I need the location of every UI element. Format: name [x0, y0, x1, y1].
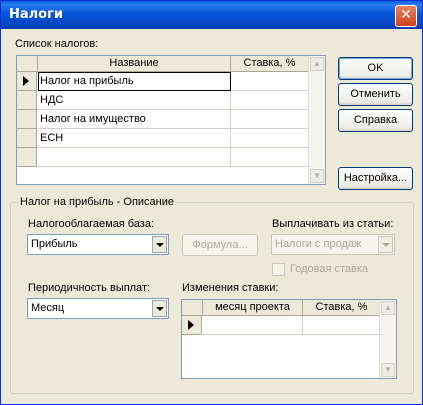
tax-list-grid[interactable]: Название Ставка, % Налог на прибыль НДС На…: [16, 55, 326, 185]
taxes-dialog: Налоги ✕ Список налогов: Название Ставка…: [0, 0, 423, 405]
periodicity-select[interactable]: Месяц: [27, 298, 169, 319]
chevron-down-icon[interactable]: [152, 236, 167, 253]
rate-changes-scrollbar[interactable]: ▲ ▼: [379, 300, 396, 378]
column-header-rate[interactable]: Ставка, %: [231, 56, 309, 72]
formula-button[interactable]: Формула...: [182, 234, 258, 256]
grid-corner: [182, 300, 203, 316]
column-header-rate[interactable]: Ставка, %: [303, 300, 381, 316]
rate-changes-grid[interactable]: месяц проекта Ставка, % ▲ ▼: [181, 299, 397, 379]
close-button[interactable]: ✕: [395, 5, 417, 27]
pay-from-value: Налоги с продаж: [275, 238, 362, 250]
column-header-project-month[interactable]: месяц проекта: [203, 300, 303, 316]
pay-from-select[interactable]: Налоги с продаж: [271, 234, 395, 255]
tax-list-label: Список налогов:: [15, 38, 99, 50]
scroll-down-icon[interactable]: ▼: [381, 363, 395, 377]
annual-rate-label: Годовая ставка: [290, 263, 369, 275]
tax-name-cell[interactable]: Налог на прибыль: [38, 72, 231, 91]
tax-name-cell[interactable]: [38, 148, 231, 167]
current-row-icon: [188, 320, 194, 330]
tax-rate-cell[interactable]: [231, 148, 309, 167]
scroll-up-icon[interactable]: ▲: [310, 57, 324, 71]
tax-rate-cell[interactable]: [231, 129, 309, 148]
window-title: Налоги: [9, 7, 64, 22]
tax-list-scrollbar[interactable]: ▲ ▼: [308, 56, 325, 184]
current-row-icon: [23, 76, 29, 86]
grid-corner: [17, 56, 38, 72]
row-indicator[interactable]: [17, 110, 37, 129]
pay-from-label: Выплачивать из статьи:: [272, 218, 394, 230]
periodicity-label: Периодичность выплат:: [28, 282, 151, 294]
tax-name-cell[interactable]: ЕСН: [38, 129, 231, 148]
tax-rate-cell[interactable]: [231, 110, 309, 129]
tax-base-value: Прибыль: [31, 238, 78, 250]
periodicity-value: Месяц: [31, 302, 65, 314]
description-group-title: Налог на прибыль - Описание: [18, 196, 176, 208]
row-indicator[interactable]: [182, 316, 202, 335]
title-bar[interactable]: Налоги ✕: [1, 1, 422, 29]
settings-button[interactable]: Настройка...: [338, 167, 413, 190]
tax-rate-cell[interactable]: [231, 91, 309, 110]
row-indicator[interactable]: [17, 129, 37, 148]
tax-name-cell[interactable]: НДС: [38, 91, 231, 110]
chevron-down-icon[interactable]: [378, 236, 393, 253]
row-indicator[interactable]: [17, 91, 37, 110]
rate-changes-label: Изменения ставки:: [182, 282, 279, 294]
table-cell[interactable]: [203, 316, 303, 335]
cancel-button[interactable]: Отменить: [338, 83, 413, 106]
row-indicator[interactable]: [17, 72, 37, 91]
scroll-down-icon[interactable]: ▼: [310, 169, 324, 183]
tax-rate-cell[interactable]: [231, 72, 309, 91]
chevron-down-icon[interactable]: [152, 300, 167, 317]
row-indicator[interactable]: [17, 148, 37, 167]
table-cell[interactable]: [303, 316, 381, 335]
scroll-up-icon[interactable]: ▲: [381, 301, 395, 315]
annual-rate-checkbox[interactable]: [272, 263, 285, 276]
tax-base-select[interactable]: Прибыль: [27, 234, 169, 255]
help-button[interactable]: Справка: [338, 109, 413, 132]
tax-base-label: Налогооблагаемая база:: [28, 218, 155, 230]
ok-button[interactable]: OK: [338, 57, 413, 80]
column-header-name[interactable]: Название: [38, 56, 231, 72]
tax-name-cell[interactable]: Налог на имущество: [38, 110, 231, 129]
